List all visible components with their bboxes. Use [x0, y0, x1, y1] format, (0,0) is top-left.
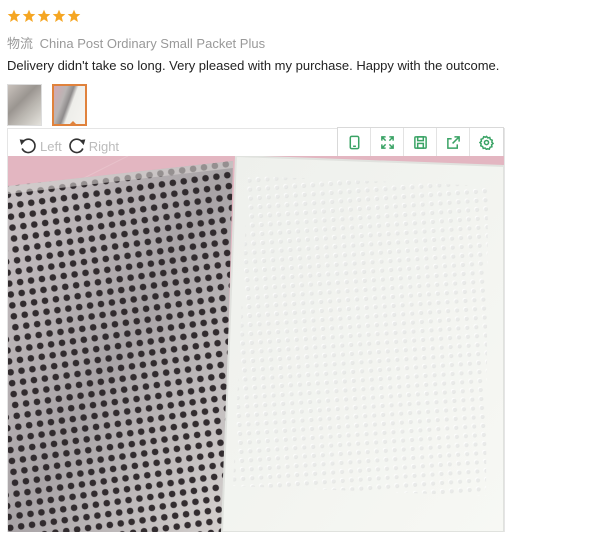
rating-stars: [7, 9, 81, 23]
photo-image: [8, 156, 504, 532]
star-icon: [67, 9, 81, 22]
logistics-info: 物流 China Post Ordinary Small Packet Plus: [7, 33, 265, 52]
rotate-right-icon: [68, 138, 86, 154]
fullscreen-icon: [380, 135, 394, 149]
star-icon: [37, 9, 51, 22]
review-photo: [8, 156, 504, 532]
star-icon: [22, 9, 36, 22]
phone-view-button[interactable]: [338, 128, 371, 156]
logistics-method: China Post Ordinary Small Packet Plus: [39, 36, 266, 51]
settings-button[interactable]: [470, 128, 503, 156]
fullscreen-button[interactable]: [371, 128, 404, 156]
share-icon: [446, 135, 460, 149]
photo-viewer: Left Right: [7, 127, 505, 532]
rotate-left-button[interactable]: Left: [18, 136, 62, 156]
photo-thumbnails: [7, 84, 87, 126]
rotate-right-label: Right: [88, 138, 120, 154]
photo-thumbnail-2[interactable]: [52, 84, 87, 126]
viewer-toolbar: [337, 127, 504, 157]
photo-thumbnail-1[interactable]: [7, 84, 42, 126]
share-button[interactable]: [437, 128, 470, 156]
rotate-left-label: Left: [40, 138, 62, 154]
phone-icon: [349, 135, 359, 149]
rotate-left-icon: [19, 138, 36, 154]
star-icon: [7, 9, 21, 22]
save-button[interactable]: [404, 128, 437, 156]
settings-icon: [479, 134, 494, 150]
save-icon: [413, 135, 427, 149]
rotate-controls: Left Right: [18, 136, 119, 156]
rotate-right-button[interactable]: Right: [67, 136, 119, 156]
logistics-label: 物流: [7, 36, 34, 51]
review-text: Delivery didn't take so long. Very pleas…: [7, 58, 500, 73]
star-icon: [52, 9, 66, 22]
